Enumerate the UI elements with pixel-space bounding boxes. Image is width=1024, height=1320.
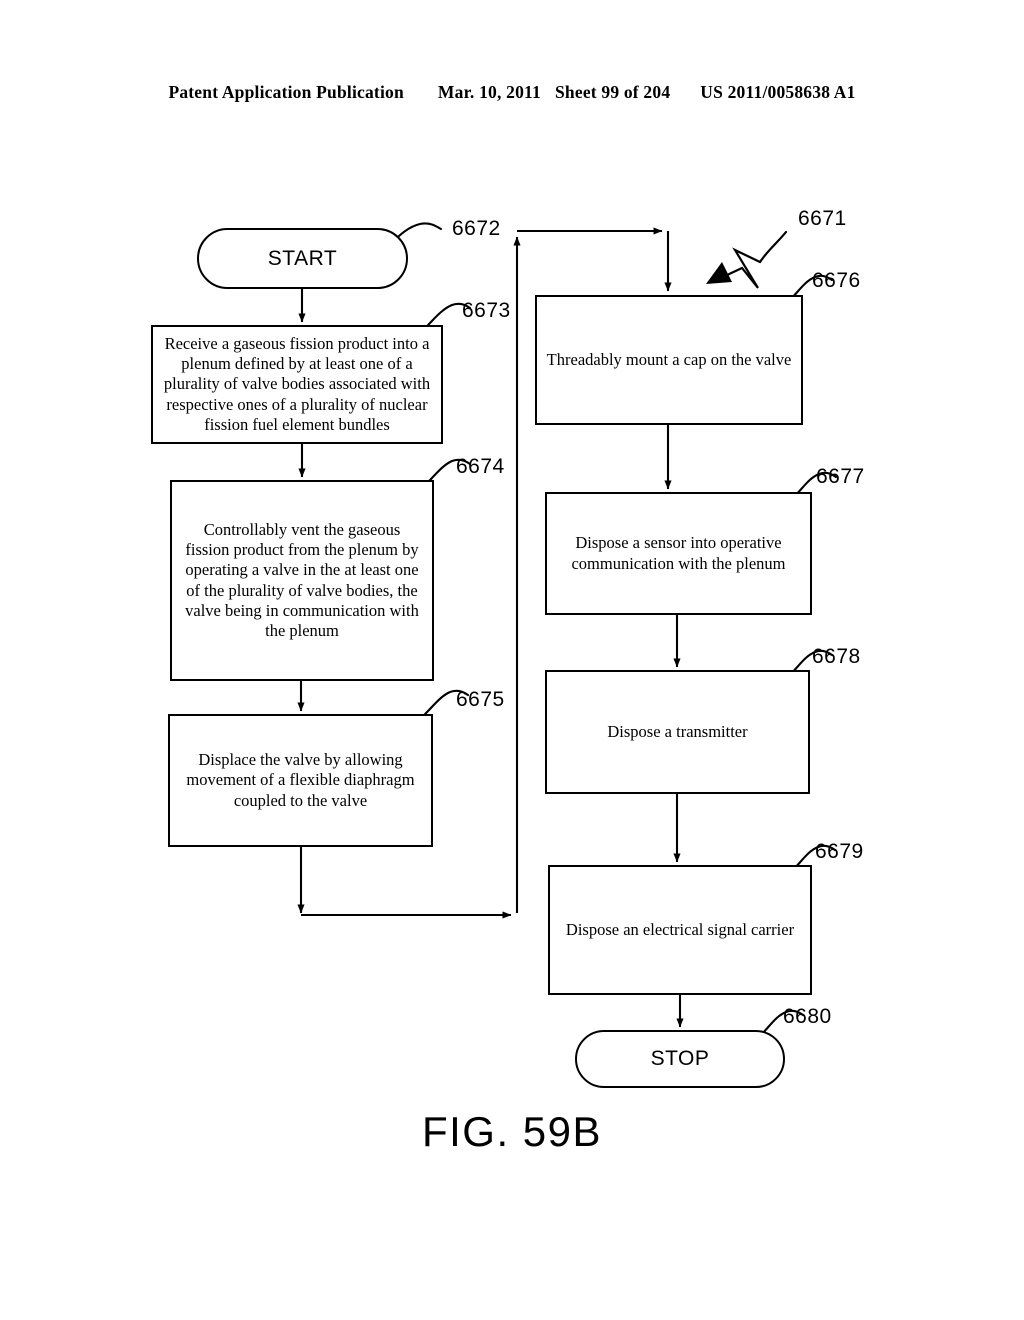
node-cap[interactable]: Threadably mount a cap on the valve: [535, 295, 803, 425]
ref-6680: 6680: [783, 1005, 832, 1028]
node-transmitter-label: Dispose a transmitter: [607, 721, 748, 741]
node-start-label: START: [267, 246, 338, 270]
ref-6673: 6673: [462, 299, 511, 322]
node-cap-label: Threadably mount a cap on the valve: [546, 349, 792, 369]
node-stop[interactable]: STOP: [575, 1030, 785, 1088]
figure-caption: FIG. 59B: [421, 1108, 603, 1155]
node-displace[interactable]: Displace the valve by allowing movement …: [168, 714, 433, 847]
ref-6674: 6674: [456, 455, 505, 478]
leader-6671: [706, 230, 788, 289]
node-transmitter[interactable]: Dispose a transmitter: [545, 670, 810, 794]
ref-6677: 6677: [816, 465, 865, 488]
node-stop-label: STOP: [650, 1047, 710, 1071]
node-vent-label: Controllably vent the gaseous fission pr…: [185, 520, 419, 640]
node-receive-label: Receive a gaseous fission product into a…: [163, 334, 431, 434]
node-receive[interactable]: Receive a gaseous fission product into a…: [151, 325, 443, 444]
ref-6672: 6672: [452, 217, 501, 240]
node-carrier-label: Dispose an electrical signal carrier: [565, 919, 795, 939]
node-displace-label: Displace the valve by allowing movement …: [186, 750, 415, 810]
ref-6678: 6678: [812, 645, 861, 668]
ref-6671: 6671: [798, 207, 847, 230]
ref-6679: 6679: [815, 840, 864, 863]
ref-6676: 6676: [812, 269, 861, 292]
node-sensor-label: Dispose a sensor into operative communic…: [571, 533, 786, 573]
node-sensor[interactable]: Dispose a sensor into operative communic…: [545, 492, 812, 615]
node-start[interactable]: START: [197, 228, 408, 289]
node-carrier[interactable]: Dispose an electrical signal carrier: [548, 865, 812, 995]
ref-6675: 6675: [456, 688, 505, 711]
node-vent[interactable]: Controllably vent the gaseous fission pr…: [170, 480, 434, 681]
